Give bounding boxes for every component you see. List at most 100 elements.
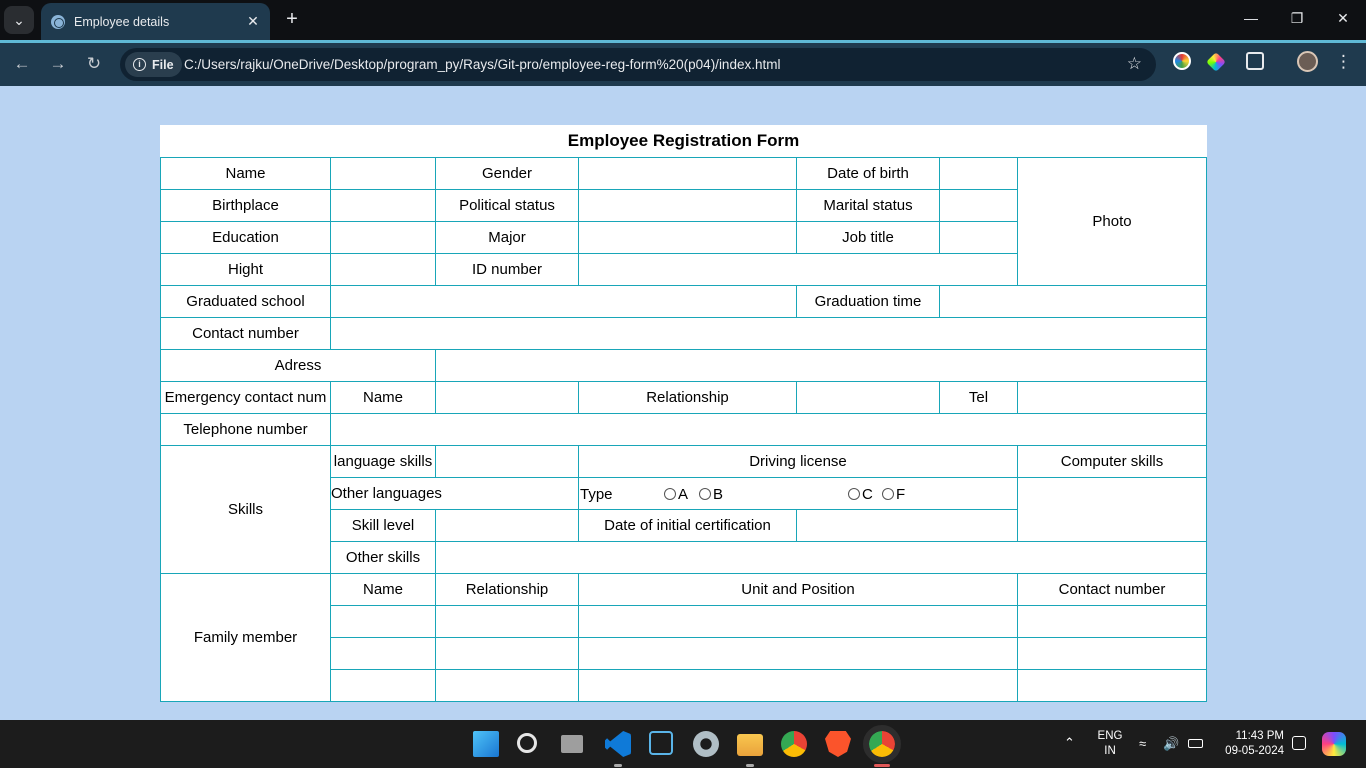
input-height[interactable] xyxy=(330,253,436,286)
search-icon[interactable] xyxy=(517,733,537,753)
task-view-icon[interactable] xyxy=(561,735,583,753)
label-address: Adress xyxy=(160,349,436,382)
chrome-icon[interactable] xyxy=(781,731,807,757)
input-political-status[interactable] xyxy=(578,189,797,222)
input-fm-contact[interactable] xyxy=(1017,669,1207,702)
label-fm-unit-position: Unit and Position xyxy=(578,573,1018,606)
language-indicator[interactable]: ENG IN xyxy=(1096,729,1124,759)
photo-cell[interactable]: Photo xyxy=(1017,157,1207,286)
input-skill-level[interactable] xyxy=(435,509,579,542)
input-name[interactable] xyxy=(330,157,436,190)
label-computer-skills: Computer skills xyxy=(1017,445,1207,478)
file-explorer-icon[interactable] xyxy=(737,734,763,756)
notification-icon[interactable] xyxy=(1292,736,1306,750)
input-gender[interactable] xyxy=(578,157,797,190)
label-telephone-number: Telephone number xyxy=(160,413,331,446)
reload-icon[interactable]: ↻ xyxy=(82,52,106,76)
bookmark-star-icon[interactable]: ☆ xyxy=(1127,54,1142,74)
chevron-up-icon[interactable]: ⌃ xyxy=(1064,735,1075,750)
windows-start-icon[interactable] xyxy=(473,731,499,757)
chrome-profile-icon[interactable] xyxy=(863,725,901,763)
input-ec-tel[interactable] xyxy=(1017,381,1207,414)
clock[interactable]: 11:43 PM 09-05-2024 xyxy=(1216,729,1284,759)
input-fm-relationship[interactable] xyxy=(435,669,579,702)
input-fm-name[interactable] xyxy=(330,669,436,702)
input-telephone-number[interactable] xyxy=(330,413,1207,446)
address-bar[interactable]: i File C:/Users/rajku/OneDrive/Desktop/p… xyxy=(120,48,1156,81)
input-graduated-school[interactable] xyxy=(330,285,797,318)
input-fm-relationship[interactable] xyxy=(435,637,579,670)
site-info-chip[interactable]: i File xyxy=(125,52,182,77)
tab-search-button[interactable]: ⌄ xyxy=(4,6,34,34)
label-ec-relationship: Relationship xyxy=(578,381,797,414)
input-birthplace[interactable] xyxy=(330,189,436,222)
wifi-icon[interactable]: ≈ xyxy=(1139,736,1146,751)
brave-icon[interactable] xyxy=(825,731,851,757)
new-tab-button[interactable]: + xyxy=(280,8,304,32)
radio-f[interactable]: F xyxy=(882,486,905,503)
input-fm-unit-position[interactable] xyxy=(578,605,1018,638)
input-education[interactable] xyxy=(330,221,436,254)
tab-employee-details[interactable]: Employee details ✕ xyxy=(41,3,270,40)
volume-icon[interactable]: 🔊 xyxy=(1163,736,1179,751)
input-contact-number[interactable] xyxy=(330,317,1207,350)
label-fm-name: Name xyxy=(330,573,436,606)
input-address[interactable] xyxy=(435,349,1207,382)
input-graduation-time[interactable] xyxy=(939,285,1207,318)
radio-c-label: C xyxy=(862,486,873,503)
input-other-skills[interactable] xyxy=(435,541,1207,574)
radio-circle-icon xyxy=(848,488,860,500)
windows-taskbar: ⌃ ENG IN ≈ 🔊 11:43 PM 09-05-2024 xyxy=(0,720,1366,768)
label-language-skills: language skills xyxy=(330,445,436,478)
input-fm-contact[interactable] xyxy=(1017,605,1207,638)
input-computer-skills[interactable] xyxy=(1017,477,1207,542)
window-close-icon[interactable]: ✕ xyxy=(1333,10,1353,27)
browser-toolbar: ← → ↻ i File C:/Users/rajku/OneDrive/Des… xyxy=(0,43,1366,86)
close-icon[interactable]: ✕ xyxy=(244,13,262,30)
minimize-icon[interactable]: — xyxy=(1241,10,1261,26)
radio-c[interactable]: C xyxy=(848,486,873,503)
menu-dots-icon[interactable]: ⋮ xyxy=(1335,52,1352,72)
settings-gear-icon[interactable] xyxy=(693,731,719,757)
input-date-initial-cert[interactable] xyxy=(796,509,1018,542)
label-major: Major xyxy=(435,221,579,254)
input-job-title[interactable] xyxy=(939,221,1018,254)
input-fm-contact[interactable] xyxy=(1017,637,1207,670)
back-arrow-icon[interactable]: ← xyxy=(10,52,34,76)
extension-icon-1[interactable] xyxy=(1173,52,1191,70)
input-language-skills[interactable] xyxy=(435,445,579,478)
running-indicator xyxy=(614,764,622,767)
input-marital-status[interactable] xyxy=(939,189,1018,222)
app-icon[interactable] xyxy=(649,731,673,755)
label-graduation-time: Graduation time xyxy=(796,285,940,318)
vscode-icon[interactable] xyxy=(605,731,631,757)
table-row: Adress xyxy=(160,349,1207,382)
radio-a[interactable]: A xyxy=(664,486,688,503)
restore-icon[interactable]: ❐ xyxy=(1287,10,1307,27)
label-education: Education xyxy=(160,221,331,254)
puzzle-icon[interactable] xyxy=(1246,52,1264,70)
input-fm-relationship[interactable] xyxy=(435,605,579,638)
input-fm-name[interactable] xyxy=(330,605,436,638)
input-ec-relationship[interactable] xyxy=(796,381,940,414)
forward-arrow-icon[interactable]: → xyxy=(46,52,70,76)
input-fm-name[interactable] xyxy=(330,637,436,670)
browser-titlebar: ⌄ Employee details ✕ + — ❐ ✕ xyxy=(0,0,1366,40)
label-fm-contact-number: Contact number xyxy=(1017,573,1207,606)
input-fm-unit-position[interactable] xyxy=(578,637,1018,670)
input-dob[interactable] xyxy=(939,157,1018,190)
label-marital-status: Marital status xyxy=(796,189,940,222)
input-fm-unit-position[interactable] xyxy=(578,669,1018,702)
url-text[interactable]: C:/Users/rajku/OneDrive/Desktop/program_… xyxy=(184,57,780,72)
label-gender: Gender xyxy=(435,157,579,190)
input-major[interactable] xyxy=(578,221,797,254)
copilot-icon[interactable] xyxy=(1322,732,1346,756)
radio-f-label: F xyxy=(896,486,906,503)
battery-icon[interactable] xyxy=(1188,739,1203,748)
input-ec-name[interactable] xyxy=(435,381,579,414)
radio-circle-icon xyxy=(699,488,711,500)
avatar[interactable] xyxy=(1297,51,1318,72)
table-row: Emergency contact num Name Relationship … xyxy=(160,381,1207,414)
input-id-number[interactable] xyxy=(578,253,1018,286)
radio-b[interactable]: B xyxy=(699,486,723,503)
